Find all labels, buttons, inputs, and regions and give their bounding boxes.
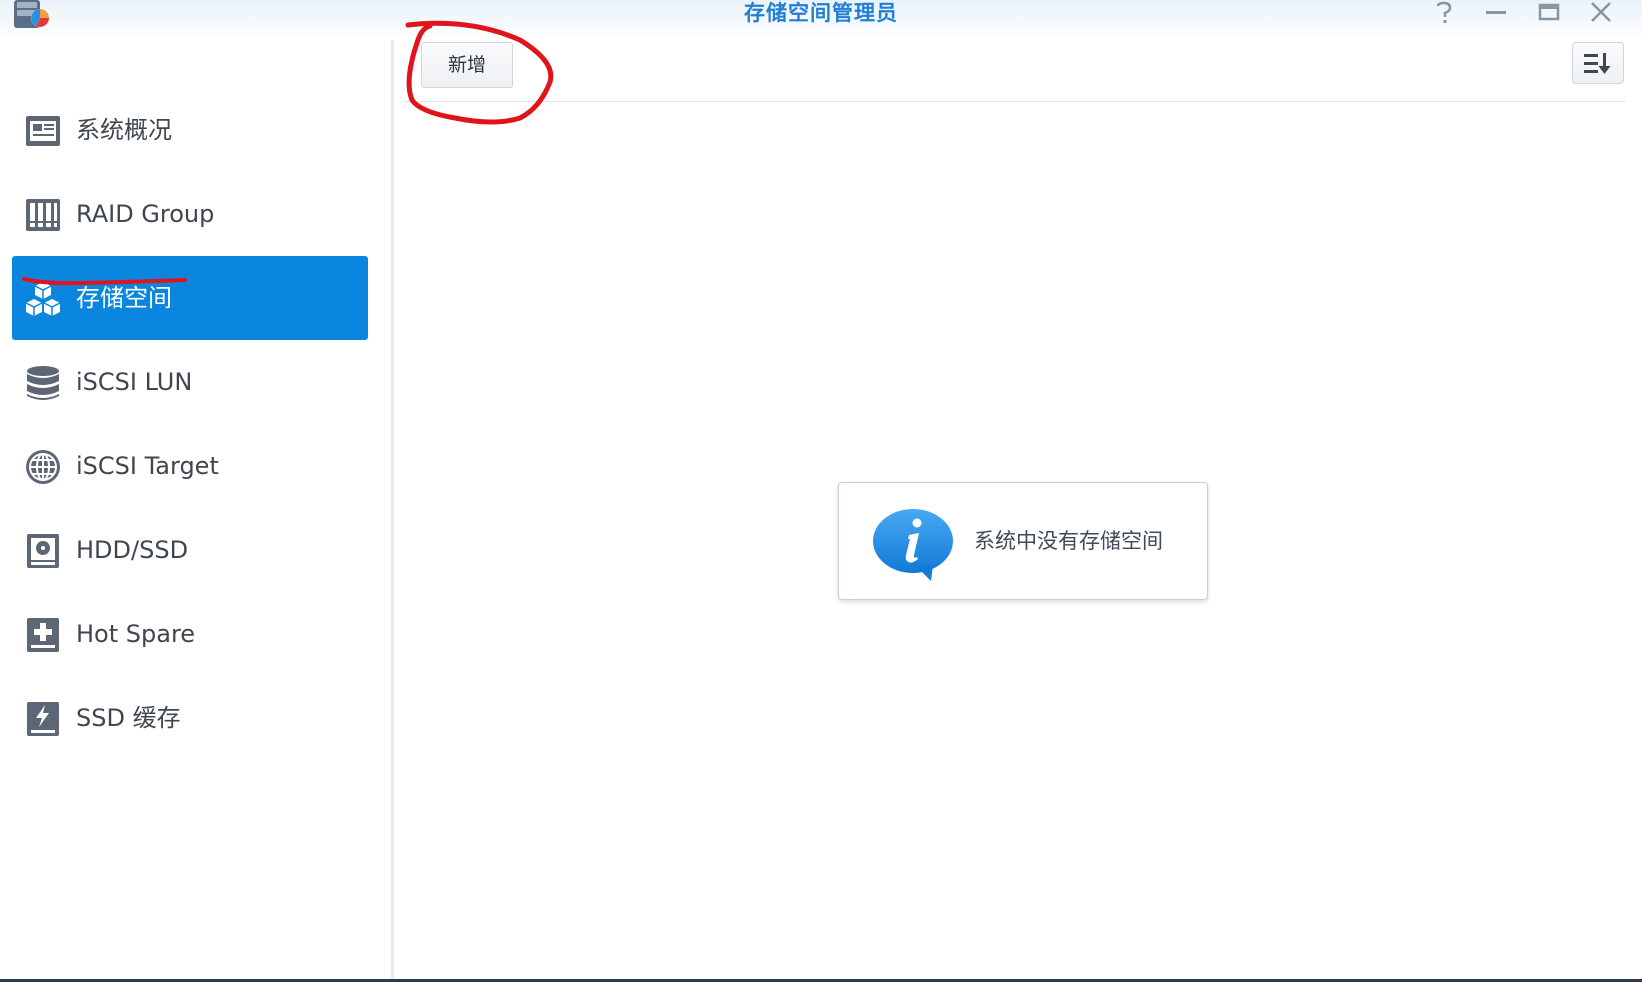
sidebar-item-label: 存储空间 xyxy=(76,284,172,312)
sort-button[interactable] xyxy=(1572,42,1624,84)
hdd-icon xyxy=(27,534,59,568)
sidebar-item-iscsi-lun[interactable]: iSCSI LUN xyxy=(12,340,368,424)
info-bubble-icon xyxy=(873,509,953,581)
close-button[interactable] xyxy=(1584,0,1618,26)
minimize-icon xyxy=(1486,11,1506,14)
storage-cubes-icon xyxy=(25,282,61,316)
database-icon xyxy=(27,366,59,400)
sidebar-item-hot-spare[interactable]: Hot Spare xyxy=(12,592,368,676)
window-title: 存储空间管理员 xyxy=(744,1,898,25)
sidebar-item-hdd-ssd[interactable]: HDD/SSD xyxy=(12,508,368,592)
sidebar-item-storage-space[interactable]: 存储空间 xyxy=(12,256,368,340)
sidebar-item-label: SSD 缓存 xyxy=(76,704,181,732)
sidebar-item-label: 系统概况 xyxy=(76,116,172,144)
maximize-button[interactable] xyxy=(1532,0,1566,26)
sidebar: 系统概况 RAID Group 存储空间 iSCSI LUN iSCSI Tar… xyxy=(0,40,392,980)
sidebar-item-label: Hot Spare xyxy=(76,620,196,648)
sidebar-item-overview[interactable]: 系统概况 xyxy=(12,88,368,172)
sidebar-divider xyxy=(391,40,394,980)
sidebar-item-raid-group[interactable]: RAID Group xyxy=(12,172,368,256)
sidebar-item-ssd-cache[interactable]: SSD 缓存 xyxy=(12,676,368,760)
close-icon xyxy=(1591,2,1611,22)
help-icon xyxy=(1436,1,1452,23)
sidebar-item-label: iSCSI LUN xyxy=(76,368,193,396)
sidebar-item-label: iSCSI Target xyxy=(76,452,219,480)
sidebar-item-label: RAID Group xyxy=(76,200,215,228)
empty-state-text: 系统中没有存储空间 xyxy=(974,529,1163,553)
minimize-button[interactable] xyxy=(1479,0,1513,26)
sidebar-item-label: HDD/SSD xyxy=(76,536,189,564)
help-button[interactable] xyxy=(1427,0,1461,26)
ssd-cache-icon xyxy=(27,702,59,736)
title-bar: 存储空间管理员 xyxy=(0,0,1642,40)
globe-icon xyxy=(26,450,60,484)
raid-group-icon xyxy=(26,199,60,231)
toolbar-divider xyxy=(404,101,1626,102)
sidebar-item-iscsi-target[interactable]: iSCSI Target xyxy=(12,424,368,508)
empty-state-message: 系统中没有存储空间 xyxy=(838,482,1208,600)
sort-icon xyxy=(1584,53,1611,74)
overview-icon xyxy=(26,116,60,146)
maximize-icon xyxy=(1538,3,1560,21)
hot-spare-icon xyxy=(27,618,59,652)
add-button[interactable]: 新增 xyxy=(421,42,513,88)
